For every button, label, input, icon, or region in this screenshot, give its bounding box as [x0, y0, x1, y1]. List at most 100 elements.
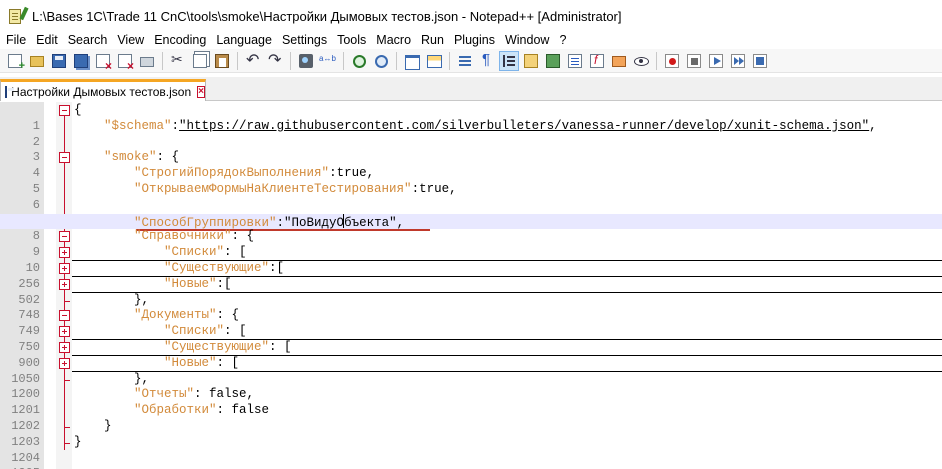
toolbar-separator [162, 51, 163, 70]
doc-list-button[interactable] [566, 52, 584, 70]
menu-file[interactable]: File [0, 33, 31, 48]
fold-expand-icon[interactable] [59, 326, 70, 338]
folded-code-line: 1050 "Новые": [ [0, 356, 942, 386]
json-value: : false, [194, 387, 255, 402]
save-button[interactable] [50, 52, 68, 70]
replace-icon [319, 54, 336, 68]
record-macro-button[interactable] [663, 52, 681, 70]
close-file-icon [96, 53, 112, 73]
play-macro-button[interactable] [707, 52, 725, 70]
menu-edit[interactable]: Edit [31, 33, 63, 48]
function-list-icon [546, 53, 560, 68]
saved-file-icon [5, 85, 15, 98]
menu-search[interactable]: Search [63, 33, 113, 48]
word-wrap-button[interactable] [456, 52, 474, 70]
menu-help[interactable]: ? [554, 33, 571, 48]
function-button[interactable] [588, 52, 606, 70]
show-all-chars-icon [480, 51, 494, 68]
code-line: 5 "СтрогийПорядокВыполнения":true, [0, 166, 942, 196]
json-key: "Списки" [164, 245, 225, 260]
menu-run[interactable]: Run [416, 33, 449, 48]
menu-tools[interactable]: Tools [332, 33, 371, 48]
replace-button[interactable] [319, 52, 337, 70]
undo-icon [246, 50, 260, 70]
sync-horizontal-icon [427, 54, 442, 68]
json-punct: : { [231, 229, 255, 244]
fold-collapse-icon[interactable] [59, 105, 70, 116]
folded-code-line: 502 "Новые":[ [0, 276, 942, 307]
json-punct: , [869, 118, 877, 133]
json-punct: :[ [269, 261, 285, 275]
code-line: 1203 } [0, 419, 942, 449]
tab-settings-json[interactable]: Настройки Дымовых тестов.json × [0, 79, 206, 101]
fold-expand-icon[interactable] [59, 263, 70, 274]
fold-collapse-icon[interactable] [59, 231, 70, 243]
code-line: 2 "$schema":"https://raw.githubuserconte… [0, 118, 942, 149]
fold-expand-icon[interactable] [59, 357, 70, 369]
paste-button[interactable] [213, 52, 231, 70]
json-key: "$schema" [104, 118, 172, 133]
current-code-line: 8 "СпособГруппировки":"ПоВидуОбъекта", [0, 213, 942, 243]
function-list-button[interactable] [544, 52, 562, 70]
editor[interactable]: 1 { 2 "$schema":"https://raw.githubuserc… [0, 102, 942, 469]
close-all-button[interactable] [116, 52, 134, 73]
menu-plugins[interactable]: Plugins [449, 33, 500, 48]
json-key: "Существующие" [164, 261, 270, 275]
code-line: 1202 "Обработки": false [0, 403, 942, 433]
new-file-icon [8, 53, 25, 72]
show-all-chars-button[interactable] [478, 51, 496, 70]
schema-url-link[interactable]: "https://raw.githubusercontent.com/silve… [179, 119, 869, 133]
menu-language[interactable]: Language [211, 33, 277, 48]
json-punct: :[ [216, 276, 232, 291]
stop-macro-button[interactable] [685, 52, 703, 70]
save-macro-button[interactable] [751, 52, 769, 70]
fold-end-marker [64, 300, 70, 302]
open-file-button[interactable] [28, 52, 46, 70]
save-all-button[interactable] [72, 52, 90, 70]
code-text: { [74, 103, 82, 117]
cut-button[interactable] [169, 51, 187, 70]
undo-button[interactable] [244, 50, 262, 70]
json-key: "smoke" [104, 150, 157, 165]
redo-button[interactable] [266, 50, 284, 70]
find-button[interactable] [297, 52, 315, 70]
fold-collapse-icon[interactable] [59, 310, 70, 322]
sync-vertical-icon [405, 54, 420, 70]
close-file-button[interactable] [94, 52, 112, 73]
fold-expand-icon[interactable] [59, 342, 70, 353]
fold-expand-icon[interactable] [59, 278, 70, 290]
record-macro-icon [665, 53, 679, 68]
code-line: 1205 [0, 451, 942, 469]
fold-collapse-icon[interactable] [59, 152, 70, 164]
json-key: "ОткрываемФормыНаКлиентеТестирования" [134, 182, 412, 196]
json-key: "СтрогийПорядокВыполнения" [134, 166, 330, 181]
folded-code-line: 750 "Списки": [ [0, 324, 942, 354]
zoom-out-button[interactable] [372, 52, 390, 70]
folder-workspace-button[interactable] [610, 52, 628, 70]
menu-settings[interactable]: Settings [277, 33, 332, 48]
code-line: 748 }, [0, 293, 942, 323]
json-key: "Списки" [164, 324, 225, 339]
print-button[interactable] [138, 52, 156, 70]
sync-horizontal-button[interactable] [425, 52, 443, 70]
menu-encoding[interactable]: Encoding [149, 33, 211, 48]
zoom-in-button[interactable] [350, 52, 368, 70]
monitoring-button[interactable] [632, 52, 650, 70]
redo-icon [268, 50, 282, 70]
indent-guide-button[interactable] [499, 50, 519, 71]
new-file-button[interactable] [6, 52, 25, 72]
json-key: "Новые" [164, 276, 217, 291]
toolbar-separator [237, 51, 238, 70]
document-map-button[interactable] [522, 52, 540, 70]
json-key: "Отчеты" [134, 387, 195, 402]
play-multiple-button[interactable] [729, 52, 747, 70]
sync-vertical-button[interactable] [403, 52, 421, 70]
menu-window[interactable]: Window [500, 33, 554, 48]
copy-button[interactable] [191, 52, 209, 70]
document-map-icon [524, 53, 538, 68]
tab-close-icon[interactable]: × [197, 85, 205, 98]
json-punct: : [ [224, 324, 247, 339]
menu-macro[interactable]: Macro [371, 33, 416, 48]
menu-view[interactable]: View [112, 33, 149, 48]
fold-expand-icon[interactable] [59, 247, 70, 259]
